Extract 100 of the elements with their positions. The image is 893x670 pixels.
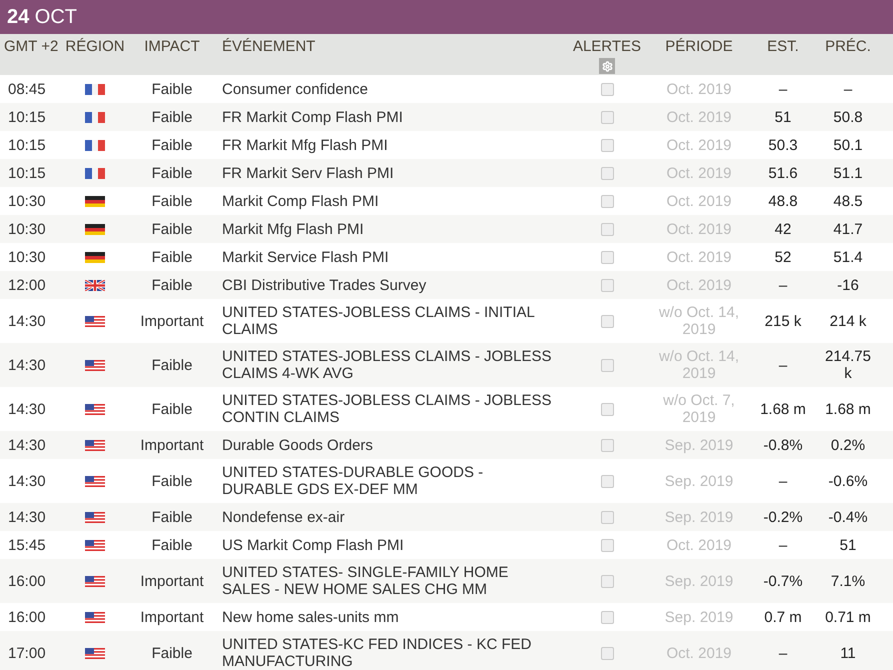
alert-checkbox[interactable]: [600, 278, 614, 292]
period-cell: Oct. 2019: [666, 164, 732, 182]
previous-cell: 50.8: [833, 108, 863, 126]
estimate-cell: 52: [774, 248, 792, 266]
alert-checkbox[interactable]: [600, 314, 614, 328]
us-flag-icon: [85, 540, 105, 550]
alert-checkbox[interactable]: [600, 610, 614, 624]
alert-checkbox[interactable]: [600, 438, 614, 452]
previous-cell: -0.6%: [828, 472, 868, 490]
previous-cell: 214.75 k: [825, 348, 871, 382]
period-cell: w/o Oct. 14, 2019: [658, 348, 740, 382]
period-cell: w/o Oct. 14, 2019: [658, 304, 740, 338]
us-flag-icon: [85, 404, 105, 414]
estimate-cell: 50.3: [768, 136, 798, 154]
column-header: PRÉC.: [825, 37, 871, 57]
event-cell: New home sales-units mm: [222, 608, 399, 626]
alert-settings-button[interactable]: [599, 58, 615, 74]
previous-cell: -0.4%: [828, 508, 868, 526]
column-header: IMPACT: [144, 37, 200, 57]
impact-cell: Important: [140, 572, 204, 590]
alert-checkbox[interactable]: [600, 194, 614, 208]
alert-checkbox[interactable]: [600, 110, 614, 124]
period-cell: Oct. 2019: [666, 536, 732, 554]
column-header: RÉGION: [65, 37, 125, 57]
event-cell: Markit Service Flash PMI: [222, 248, 389, 266]
france-flag-icon: [85, 84, 105, 94]
estimate-cell: 51: [774, 108, 792, 126]
estimate-cell: 48.8: [768, 192, 798, 210]
impact-cell: Faible: [152, 508, 192, 526]
time-cell: 15:45: [8, 536, 46, 554]
estimate-cell: 51.6: [768, 164, 798, 182]
date-title: 24 OCT: [7, 5, 78, 29]
event-cell: Durable Goods Orders: [222, 436, 373, 454]
time-cell: 14:30: [8, 356, 46, 374]
event-cell: CBI Distributive Trades Survey: [222, 276, 426, 294]
period-cell: Oct. 2019: [666, 108, 732, 126]
time-cell: 10:15: [8, 108, 46, 126]
us-flag-icon: [85, 648, 105, 658]
alert-checkbox[interactable]: [600, 574, 614, 588]
time-cell: 16:00: [8, 608, 46, 626]
time-cell: 16:00: [8, 572, 46, 590]
previous-cell: 50.1: [833, 136, 863, 154]
previous-cell: 48.5: [833, 192, 863, 210]
period-cell: Sep. 2019: [664, 508, 734, 526]
impact-cell: Faible: [152, 356, 192, 374]
impact-cell: Important: [140, 436, 204, 454]
impact-cell: Faible: [152, 136, 192, 154]
period-cell: Sep. 2019: [664, 572, 734, 590]
previous-cell: 41.7: [833, 220, 863, 238]
previous-cell: 7.1%: [830, 572, 866, 590]
us-flag-icon: [85, 316, 105, 326]
time-cell: 14:30: [8, 400, 46, 418]
alert-checkbox[interactable]: [600, 402, 614, 416]
event-cell: UNITED STATES-DURABLE GOODS - DURABLE GDS EX-DEF MM: [222, 464, 484, 498]
alert-checkbox[interactable]: [600, 82, 614, 96]
estimate-cell: –: [778, 644, 788, 662]
period-cell: Oct. 2019: [666, 192, 732, 210]
time-cell: 10:30: [8, 220, 46, 238]
alert-checkbox[interactable]: [600, 646, 614, 660]
period-cell: Sep. 2019: [664, 608, 734, 626]
event-cell: UNITED STATES-JOBLESS CLAIMS - JOBLESS CLAIMS 4-WK AVG: [222, 348, 552, 382]
estimate-cell: 1.68 m: [760, 400, 806, 418]
impact-cell: Important: [140, 608, 204, 626]
estimate-cell: –: [778, 356, 788, 374]
estimate-cell: –: [778, 536, 788, 554]
alert-checkbox[interactable]: [600, 474, 614, 488]
uk-flag-icon: [85, 280, 105, 290]
alert-checkbox[interactable]: [600, 510, 614, 524]
alert-checkbox[interactable]: [600, 358, 614, 372]
estimate-cell: –: [778, 80, 788, 98]
time-cell: 12:00: [8, 276, 46, 294]
france-flag-icon: [85, 140, 105, 150]
column-header: ALERTES: [572, 37, 642, 57]
time-cell: 14:30: [8, 312, 46, 330]
event-cell: UNITED STATES-JOBLESS CLAIMS - JOBLESS CONTIN CLAIMS: [222, 392, 552, 426]
previous-cell: 11: [840, 644, 856, 662]
germany-flag-icon: [85, 252, 105, 262]
event-cell: FR Markit Mfg Flash PMI: [222, 136, 388, 154]
alert-checkbox[interactable]: [600, 138, 614, 152]
alert-checkbox[interactable]: [600, 222, 614, 236]
alert-checkbox[interactable]: [600, 538, 614, 552]
impact-cell: Faible: [152, 276, 192, 294]
estimate-cell: 0.7 m: [764, 608, 802, 626]
impact-cell: Faible: [152, 472, 192, 490]
previous-cell: 1.68 m: [825, 400, 871, 418]
column-header: GMT +2: [4, 37, 58, 57]
column-header: EST.: [767, 37, 799, 57]
period-cell: Oct. 2019: [666, 220, 732, 238]
impact-cell: Faible: [152, 400, 192, 418]
time-cell: 14:30: [8, 508, 46, 526]
previous-cell: 214 k: [830, 312, 866, 330]
estimate-cell: -0.8%: [763, 436, 803, 454]
time-cell: 10:15: [8, 136, 46, 154]
alert-checkbox[interactable]: [600, 166, 614, 180]
alert-checkbox[interactable]: [600, 250, 614, 264]
estimate-cell: –: [778, 276, 788, 294]
us-flag-icon: [85, 476, 105, 486]
impact-cell: Faible: [152, 536, 192, 554]
column-header: ÉVÉNEMENT: [222, 37, 316, 57]
event-cell: Markit Mfg Flash PMI: [222, 220, 364, 238]
